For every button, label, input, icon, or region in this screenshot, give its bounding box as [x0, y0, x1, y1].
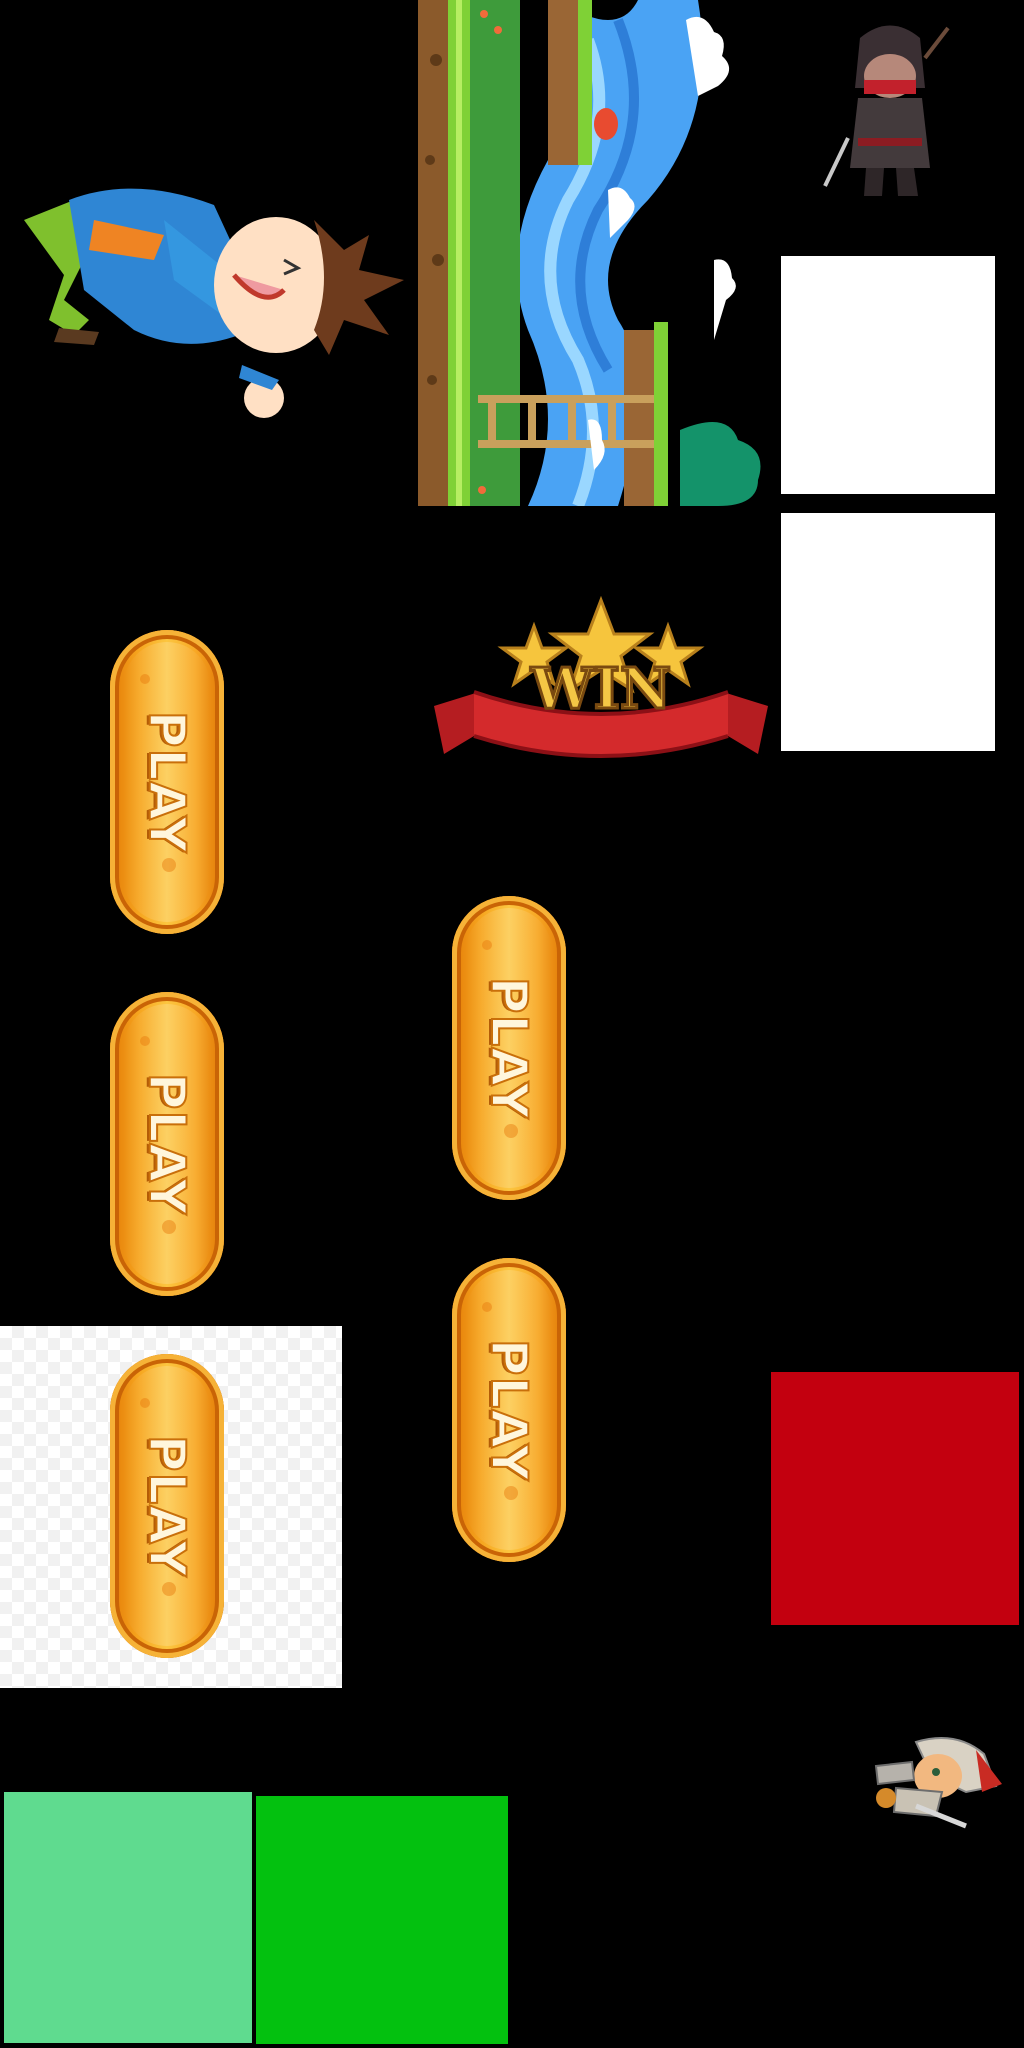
play-button-2[interactable]: PLAY [110, 992, 224, 1296]
play-button-label: PLAY [479, 1338, 539, 1483]
win-banner-icon: WIN [434, 596, 768, 758]
level-map-sprite [418, 0, 761, 506]
play-button-label: PLAY [137, 1434, 197, 1579]
play-button-4[interactable]: PLAY [452, 896, 566, 1200]
mint-color-block [4, 1792, 252, 2043]
play-button-5[interactable]: PLAY [452, 1258, 566, 1562]
sleeping-boy-sprite [24, 188, 404, 418]
knight-sprite [874, 1737, 1002, 1829]
win-text: WIN [530, 656, 671, 722]
play-button-label: PLAY [137, 710, 197, 855]
play-button-label: PLAY [137, 1072, 197, 1217]
green-color-block [256, 1796, 508, 2044]
play-button-1[interactable]: PLAY [110, 630, 224, 934]
play-button-label: PLAY [479, 976, 539, 1121]
white-panel-top [781, 256, 995, 494]
ninja-sprite [823, 25, 950, 196]
play-button-3[interactable]: PLAY [110, 1354, 224, 1658]
red-color-block [771, 1372, 1019, 1625]
white-panel-middle [781, 513, 995, 751]
